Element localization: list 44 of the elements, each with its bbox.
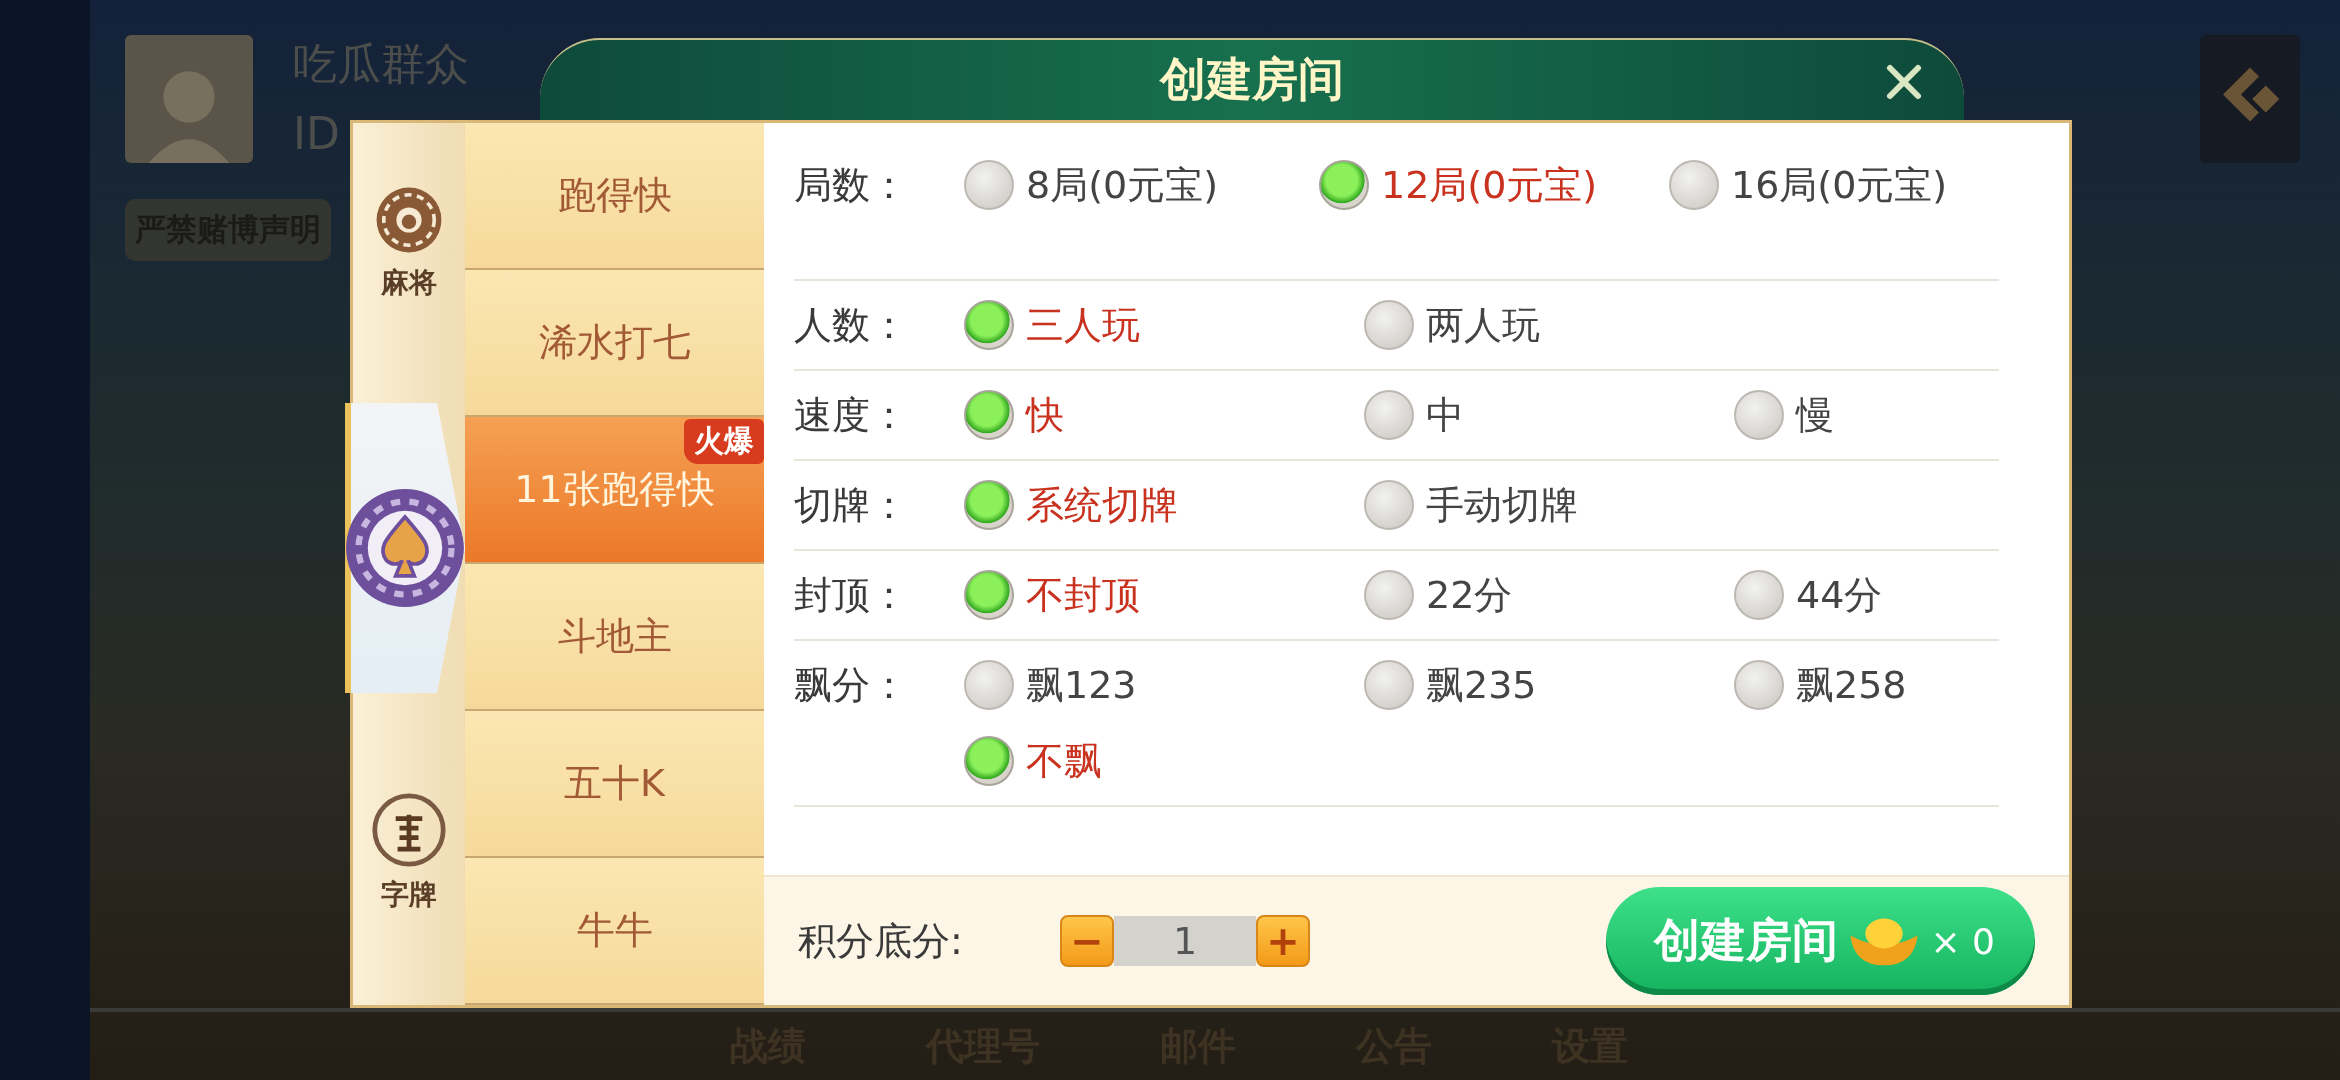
- spade-chip-icon: [343, 486, 467, 610]
- radio-option[interactable]: 慢: [1734, 385, 1994, 445]
- option-label: 人数：: [794, 302, 909, 349]
- game-tab[interactable]: 跑得快: [465, 123, 764, 270]
- radio-option[interactable]: 中: [1364, 385, 1734, 445]
- avatar-icon: [125, 35, 253, 163]
- game-tab[interactable]: 火爆 11张跑得快: [465, 417, 764, 564]
- hot-badge: 火爆: [684, 419, 764, 464]
- radio-option[interactable]: 飘258: [1734, 655, 1994, 715]
- radio-option[interactable]: 12局(0元宝): [1319, 155, 1669, 215]
- menu-button[interactable]: [2200, 35, 2300, 163]
- category-tab[interactable]: [345, 403, 465, 693]
- radio-option[interactable]: 飘235: [1364, 655, 1734, 715]
- score-field[interactable]: 1: [1114, 916, 1256, 966]
- game-tab[interactable]: 牛牛: [465, 858, 764, 1005]
- radio-option[interactable]: 22分: [1364, 565, 1734, 625]
- plus-button[interactable]: +: [1256, 915, 1310, 967]
- radio-option[interactable]: 快: [964, 385, 1364, 445]
- category-tab[interactable]: 字牌: [353, 733, 465, 973]
- radio-option[interactable]: 不封顶: [964, 565, 1364, 625]
- radio-option[interactable]: 手动切牌: [1364, 475, 1734, 535]
- radio-option[interactable]: 飘123: [964, 655, 1364, 715]
- radio-option[interactable]: 系统切牌: [964, 475, 1364, 535]
- game-tab[interactable]: 浠水打七: [465, 270, 764, 417]
- option-label: 飘分：: [794, 662, 909, 709]
- dialog-title: 创建房间: [1160, 51, 1344, 108]
- score-label: 积分底分:: [798, 917, 964, 965]
- player-name: 吃瓜群众: [293, 37, 469, 91]
- radio-option[interactable]: 8局(0元宝): [964, 155, 1319, 215]
- radio-option[interactable]: 三人玩: [964, 295, 1364, 355]
- radio-option[interactable]: 两人玩: [1364, 295, 1734, 355]
- radio-option[interactable]: 44分: [1734, 565, 1994, 625]
- radio-option[interactable]: 16局(0元宝): [1669, 155, 1999, 215]
- game-tab[interactable]: 斗地主: [465, 564, 764, 711]
- game-tab[interactable]: 五十K: [465, 711, 764, 858]
- option-label: 切牌：: [794, 482, 909, 529]
- option-label: 局数：: [794, 162, 909, 209]
- category-tab[interactable]: 麻将: [353, 123, 465, 363]
- close-icon[interactable]: [1884, 62, 1924, 102]
- character-coin-icon: [371, 792, 447, 868]
- option-label: 封顶：: [794, 572, 909, 619]
- option-label: 速度：: [794, 392, 909, 439]
- minus-button[interactable]: −: [1060, 915, 1114, 967]
- radio-option[interactable]: 不飘: [964, 731, 1364, 791]
